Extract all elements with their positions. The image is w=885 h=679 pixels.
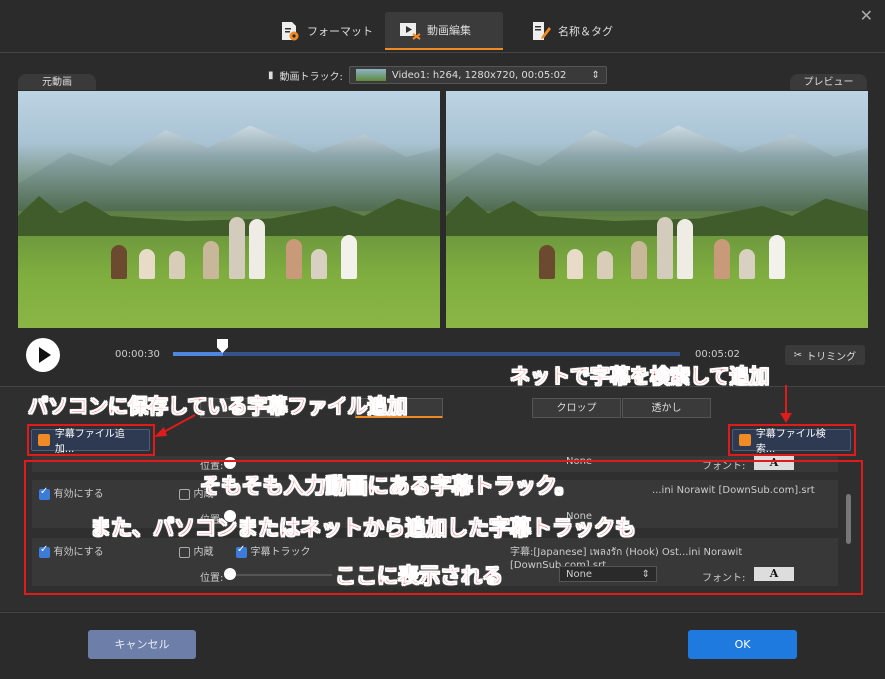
ok-button[interactable]: OK bbox=[688, 630, 797, 659]
close-icon[interactable]: ✕ bbox=[860, 6, 873, 25]
annotation-track-text-1: そもそも入力動画にある字幕トラック。 bbox=[200, 474, 577, 499]
tab-rename-tag-label: 名称＆タグ bbox=[558, 25, 613, 38]
tab-watermark[interactable]: 透かし bbox=[622, 398, 711, 418]
video-track-label: 動画トラック: bbox=[279, 71, 343, 83]
trim-label: トリミング bbox=[806, 351, 857, 363]
scissors-icon: ✂ bbox=[793, 349, 803, 361]
trim-button[interactable]: ✂ トリミング bbox=[785, 345, 865, 365]
tab-crop[interactable]: クロップ bbox=[532, 398, 621, 418]
annotation-search-text: ネットで字幕を検索して追加 bbox=[510, 364, 770, 389]
format-settings-icon bbox=[279, 20, 301, 42]
current-time: 00:00:30 bbox=[115, 349, 160, 360]
tab-rename-tag[interactable]: 名称＆タグ bbox=[516, 12, 627, 50]
annotation-arrow-right bbox=[780, 385, 792, 423]
annotation-add-text: パソコンに保存している字幕ファイル追加 bbox=[28, 394, 408, 419]
video-track-selector: ▮ 動画トラック: Video1: h264, 1280x720, 00:05:… bbox=[268, 66, 607, 84]
preview-label: プレビュー bbox=[790, 74, 867, 90]
video-edit-icon bbox=[399, 19, 421, 41]
preview-video-pane bbox=[446, 91, 868, 328]
tab-video-edit-label: 動画編集 bbox=[427, 24, 471, 37]
chevron-updown-icon: ⇕ bbox=[591, 69, 600, 81]
video-track-value: Video1: h264, 1280x720, 00:05:02 bbox=[391, 69, 567, 81]
timeline-handle[interactable] bbox=[217, 339, 228, 353]
rename-tag-icon bbox=[530, 20, 552, 42]
play-button[interactable] bbox=[26, 338, 60, 372]
total-time: 00:05:02 bbox=[695, 349, 740, 360]
timeline-track[interactable] bbox=[173, 352, 680, 356]
original-video-pane bbox=[18, 91, 440, 328]
timeline-progress bbox=[173, 352, 223, 356]
annotation-track-text-2: また、パソコンまたはネットから追加した字幕トラックも bbox=[90, 516, 637, 541]
video-track-dropdown[interactable]: Video1: h264, 1280x720, 00:05:02 ⇕ bbox=[348, 66, 607, 84]
tab-format[interactable]: フォーマット bbox=[265, 12, 387, 50]
original-video-label: 元動画 bbox=[18, 74, 96, 90]
cancel-button[interactable]: キャンセル bbox=[88, 630, 196, 659]
tab-video-edit[interactable]: 動画編集 bbox=[385, 12, 503, 50]
video-thumbnail bbox=[355, 69, 386, 81]
video-track-icon: ▮ bbox=[268, 69, 274, 81]
annotation-box-add bbox=[27, 424, 155, 456]
tab-format-label: フォーマット bbox=[307, 25, 373, 38]
annotation-track-text-3: ここに表示される bbox=[335, 564, 504, 589]
annotation-box-search bbox=[728, 424, 856, 456]
